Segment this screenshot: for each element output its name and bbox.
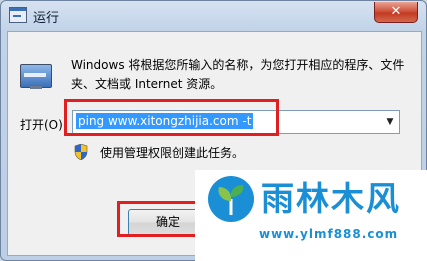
title-bar: 运行 ✕ xyxy=(1,1,426,31)
shield-icon xyxy=(74,144,88,160)
open-label: 打开(O): xyxy=(20,118,67,132)
window-title: 运行 xyxy=(33,11,60,26)
app-icon xyxy=(9,7,27,23)
logo-icon xyxy=(208,176,254,222)
close-icon: ✕ xyxy=(390,4,402,19)
brand-name: 雨林木风 xyxy=(261,179,401,218)
admin-notice: 使用管理权限创建此任务。 xyxy=(100,146,245,160)
close-button[interactable]: ✕ xyxy=(374,2,418,23)
watermark: 雨林木风 www.ylmf888.com xyxy=(195,170,427,261)
run-icon xyxy=(20,62,52,90)
brand-url: www.ylmf888.com xyxy=(259,227,399,241)
chevron-down-icon[interactable]: ▼ xyxy=(381,111,399,133)
description-text: Windows 将根据您所输入的名称，为您打开相应的程序、文件夹、文档或 Int… xyxy=(71,58,405,91)
command-highlight-box xyxy=(64,99,279,136)
